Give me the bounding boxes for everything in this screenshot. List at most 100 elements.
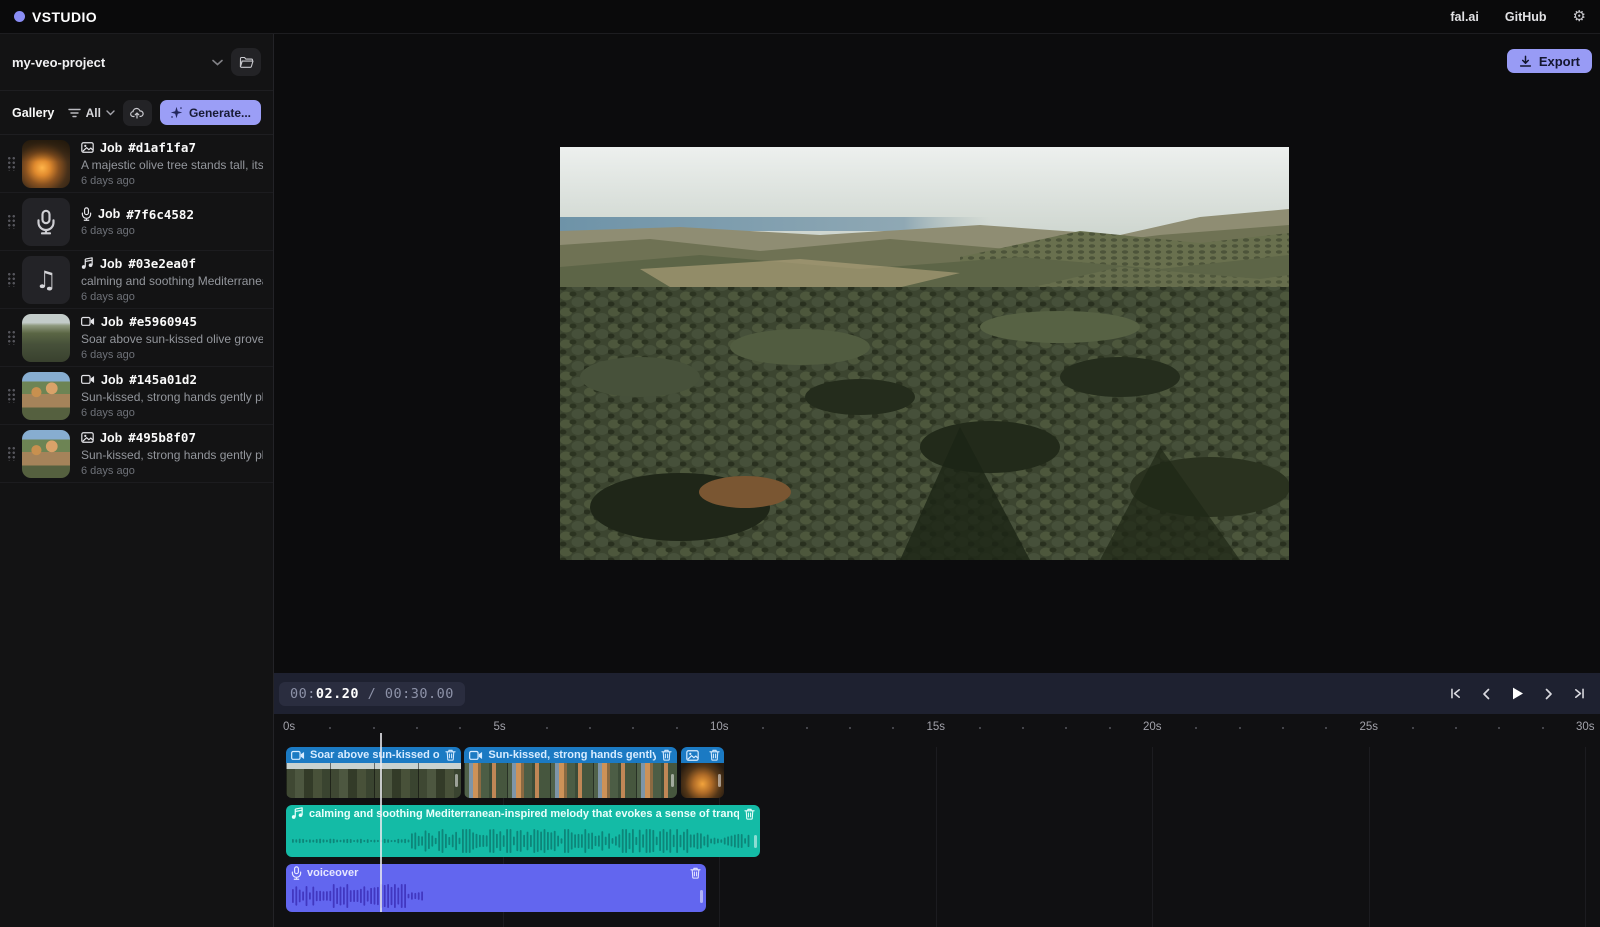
app-logo: VSTUDIO — [14, 9, 97, 25]
job-list-item[interactable]: Job #7f6c4582 6 days ago — [0, 193, 273, 251]
ruler-tick-dot — [1282, 727, 1284, 729]
clip-resize-handle[interactable] — [455, 774, 458, 787]
clip-resize-handle[interactable] — [671, 774, 674, 787]
job-thumbnail[interactable] — [22, 430, 70, 478]
olive-grove-frame — [560, 147, 1289, 560]
drag-handle-icon[interactable] — [7, 214, 16, 229]
job-timestamp: 6 days ago — [81, 225, 273, 237]
job-thumbnail[interactable] — [22, 372, 70, 420]
playhead[interactable] — [380, 733, 382, 912]
job-list-item[interactable]: Job #e5960945Soar above sun-kissed olive… — [0, 309, 273, 367]
clip-resize-handle[interactable] — [700, 890, 703, 903]
job-description: A majestic olive tree stands tall, its… — [81, 158, 263, 172]
ruler-tick-dot — [1455, 727, 1457, 729]
drag-handle-icon[interactable] — [7, 388, 16, 403]
job-list-item[interactable]: Job #d1af1fa7A majestic olive tree stand… — [0, 135, 273, 193]
ruler-tick-dot — [1065, 727, 1067, 729]
ruler-tick-dot — [589, 727, 591, 729]
delete-clip-button[interactable] — [744, 808, 755, 820]
settings-gear-icon[interactable]: ⚙ — [1573, 9, 1586, 24]
delete-clip-button[interactable] — [445, 749, 456, 761]
job-timestamp: 6 days ago — [81, 291, 273, 303]
sidebar: my-veo-project Gallery All Generate... — [0, 34, 274, 927]
job-description: Sun-kissed, strong hands gently pluck… — [81, 390, 263, 404]
project-selector[interactable]: my-veo-project — [0, 34, 273, 91]
video-clip[interactable]: Sun-kissed, strong hands gently plu — [464, 747, 677, 798]
job-list-item[interactable]: Job #145a01d2Sun-kissed, strong hands ge… — [0, 367, 273, 425]
ruler-tick-dot — [1022, 727, 1024, 729]
sparkles-icon — [170, 106, 183, 119]
link-fal-ai[interactable]: fal.ai — [1450, 10, 1479, 24]
image-icon — [81, 432, 94, 443]
delete-clip-button[interactable] — [709, 749, 720, 761]
list-filter-icon — [68, 108, 81, 118]
ruler-label: 0s — [283, 721, 309, 733]
drag-handle-icon[interactable] — [7, 272, 16, 287]
delete-clip-button[interactable] — [690, 867, 701, 879]
ruler-label: 25s — [1360, 721, 1386, 733]
chevron-right-icon — [1543, 688, 1554, 700]
delete-clip-button[interactable] — [661, 749, 672, 761]
job-timestamp: 6 days ago — [81, 465, 273, 477]
video-clip[interactable]: A — [681, 747, 724, 798]
drag-handle-icon[interactable] — [7, 446, 16, 461]
ruler-grid-line — [1369, 747, 1370, 927]
ruler-label: 5s — [494, 721, 520, 733]
chevron-down-icon[interactable] — [212, 59, 223, 66]
ruler-label: 15s — [927, 721, 953, 733]
image-icon — [81, 142, 94, 153]
ruler-grid-line — [1152, 747, 1153, 927]
drag-handle-icon[interactable] — [7, 156, 16, 171]
job-list-item[interactable]: Job #495b8f07Sun-kissed, strong hands ge… — [0, 425, 273, 483]
open-folder-button[interactable] — [231, 48, 261, 76]
skip-to-end-button[interactable] — [1568, 683, 1590, 705]
clip-label: Soar above sun-kissed olive — [310, 749, 440, 761]
ruler-label: 10s — [710, 721, 736, 733]
job-description: Sun-kissed, strong hands gently pluck… — [81, 448, 263, 462]
play-icon — [1510, 686, 1525, 701]
job-timestamp: 6 days ago — [81, 175, 273, 187]
chevron-left-icon — [1481, 688, 1492, 700]
ruler-tick-dot — [1542, 727, 1544, 729]
clip-label: Sun-kissed, strong hands gently plu — [488, 749, 656, 761]
export-button[interactable]: Export — [1507, 49, 1592, 73]
play-button[interactable] — [1506, 683, 1528, 705]
video-clip[interactable]: Soar above sun-kissed olive — [286, 747, 461, 798]
clip-filmstrip — [286, 763, 461, 798]
step-back-button[interactable] — [1475, 683, 1497, 705]
ruler-tick-dot — [1498, 727, 1500, 729]
ruler-tick-dot — [373, 727, 375, 729]
ruler-grid-line — [1585, 747, 1586, 927]
clip-header: voiceover — [286, 864, 706, 881]
job-thumbnail[interactable]: ♫ — [22, 256, 70, 304]
skip-end-icon — [1573, 687, 1586, 700]
job-thumbnail[interactable] — [22, 140, 70, 188]
music-icon — [81, 257, 94, 270]
music-clip[interactable]: calming and soothing Mediterranean-inspi… — [286, 805, 760, 857]
upload-button[interactable] — [123, 100, 152, 126]
generate-button[interactable]: Generate... — [160, 100, 261, 125]
timeline-tracks[interactable]: 0s5s10s15s20s25s30sSoar above sun-kissed… — [274, 714, 1600, 927]
preview-area: Export — [274, 34, 1600, 673]
ruler-tick-dot — [1195, 727, 1197, 729]
topbar: VSTUDIO fal.ai GitHub ⚙ — [0, 0, 1600, 34]
clip-resize-handle[interactable] — [718, 774, 721, 787]
gallery-header: Gallery All Generate... — [0, 91, 273, 135]
filter-dropdown[interactable]: All — [68, 106, 115, 120]
voiceover-clip[interactable]: voiceover — [286, 864, 706, 912]
clip-resize-handle[interactable] — [754, 835, 757, 848]
ruler-tick-dot — [416, 727, 418, 729]
job-thumbnail[interactable] — [22, 198, 70, 246]
video-preview[interactable] — [560, 147, 1289, 560]
music-note-glyph: ♫ — [35, 266, 57, 294]
job-title: Job #7f6c4582 — [81, 207, 273, 222]
link-github[interactable]: GitHub — [1505, 10, 1547, 24]
ruler-tick-dot — [632, 727, 634, 729]
drag-handle-icon[interactable] — [7, 330, 16, 345]
audio-waveform — [290, 828, 756, 854]
clip-label: calming and soothing Mediterranean-inspi… — [309, 808, 739, 820]
skip-to-start-button[interactable] — [1444, 683, 1466, 705]
job-thumbnail[interactable] — [22, 314, 70, 362]
job-list-item[interactable]: ♫Job #03e2ea0fcalming and soothing Medit… — [0, 251, 273, 309]
step-forward-button[interactable] — [1537, 683, 1559, 705]
